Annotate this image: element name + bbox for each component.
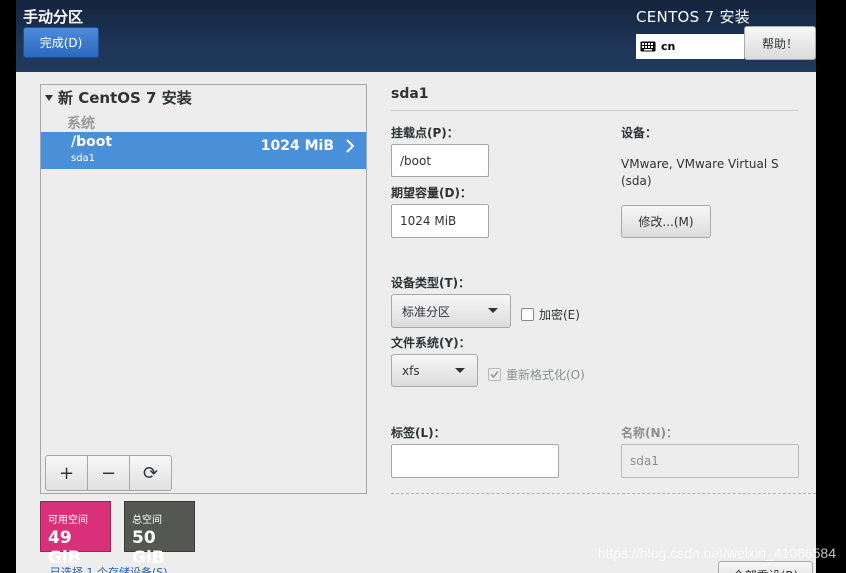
mount-point-label: 挂载点(P)：	[391, 126, 459, 140]
reformat-checkbox[interactable]: 重新格式化(O)	[488, 366, 585, 383]
refresh-button[interactable]: ⟳	[130, 456, 171, 490]
filesystem-label: 文件系统(Y)：	[391, 336, 471, 350]
partition-title: sda1	[391, 86, 429, 102]
name-label: 名称(N)：	[621, 426, 679, 440]
device-description: VMware, VMware Virtual S (sda)	[621, 157, 779, 188]
mount-point-name: /boot	[71, 134, 113, 150]
group-label-system: 系统	[67, 116, 95, 132]
modify-button[interactable]: 修改...(M)	[621, 205, 711, 238]
section-divider	[391, 493, 816, 494]
total-space-box: 总空间 50 GiB	[124, 501, 195, 568]
capacity-label: 期望容量(D)：	[391, 186, 472, 200]
tag-label: 标签(L)：	[391, 426, 446, 440]
available-space-box: 可用空间 49 GiB	[40, 501, 111, 568]
capacity-input[interactable]: 1024 MiB	[391, 204, 489, 238]
dropdown-arrow-icon	[488, 308, 498, 313]
dropdown-arrow-icon	[455, 368, 465, 373]
total-space-value: 50 GiB	[132, 528, 165, 568]
name-input[interactable]: sda1	[621, 444, 799, 478]
encrypt-label: 加密(E)	[539, 308, 580, 322]
refresh-icon: ⟳	[142, 462, 159, 484]
expander-down-icon[interactable]	[45, 94, 53, 101]
filesystem-value: xfs	[402, 363, 420, 378]
device-type-value: 标准分区	[402, 304, 451, 319]
product-title: CENTOS 7 安装	[636, 8, 751, 26]
plus-icon: +	[58, 462, 75, 484]
storage-devices-link[interactable]: 已选择 1 个存储设备(S)	[50, 564, 168, 573]
minus-icon: −	[100, 462, 117, 484]
available-space-label: 可用空间	[48, 515, 88, 526]
mount-point-input[interactable]: /boot	[391, 144, 489, 177]
chevron-right-icon	[346, 139, 354, 153]
mount-point-row[interactable]: /boot sda1 1024 MiB	[41, 132, 366, 169]
installer-window: 手动分区 完成(D) CENTOS 7 安装 cn 帮助！ 新 CentOS 7…	[16, 0, 816, 573]
help-button[interactable]: 帮助！	[744, 26, 816, 60]
mount-point-list: 新 CentOS 7 安装 系统 /boot sda1 1024 MiB + −…	[40, 84, 367, 494]
divider	[391, 110, 798, 111]
device-label: 设备：	[621, 126, 658, 140]
install-title: 新 CentOS 7 安装	[58, 89, 192, 107]
keyboard-layout-indicator[interactable]: cn	[636, 34, 744, 59]
keyboard-layout-label: cn	[661, 40, 676, 53]
filesystem-select[interactable]: xfs	[391, 354, 478, 387]
top-bar: 手动分区 完成(D) CENTOS 7 安装 cn 帮助！	[16, 0, 816, 72]
page-title: 手动分区	[23, 8, 84, 26]
remove-mount-point-button[interactable]: −	[88, 456, 130, 490]
keyboard-icon	[640, 41, 656, 52]
device-type-label: 设备类型(T)：	[391, 276, 471, 290]
encrypt-checkbox[interactable]: 加密(E)	[521, 306, 580, 323]
mount-point-size: 1024 MiB	[260, 138, 334, 154]
tag-input[interactable]	[391, 444, 559, 478]
done-button[interactable]: 完成(D)	[23, 27, 99, 58]
available-space-value: 49 GiB	[48, 528, 81, 568]
mount-point-device: sda1	[71, 153, 96, 164]
reformat-label: 重新格式化(O)	[506, 368, 585, 382]
checkbox-icon	[521, 308, 534, 321]
install-header[interactable]: 新 CentOS 7 安装	[45, 87, 192, 108]
checkmark-icon	[488, 368, 501, 381]
reset-all-button[interactable]: 全部重设(R)	[718, 561, 813, 573]
device-type-select[interactable]: 标准分区	[391, 294, 511, 328]
list-toolbar: + − ⟳	[45, 455, 172, 491]
total-space-label: 总空间	[132, 515, 162, 526]
watermark-text: https://blog.csdn.net/weixin_41066584	[597, 545, 836, 561]
add-mount-point-button[interactable]: +	[46, 456, 88, 490]
